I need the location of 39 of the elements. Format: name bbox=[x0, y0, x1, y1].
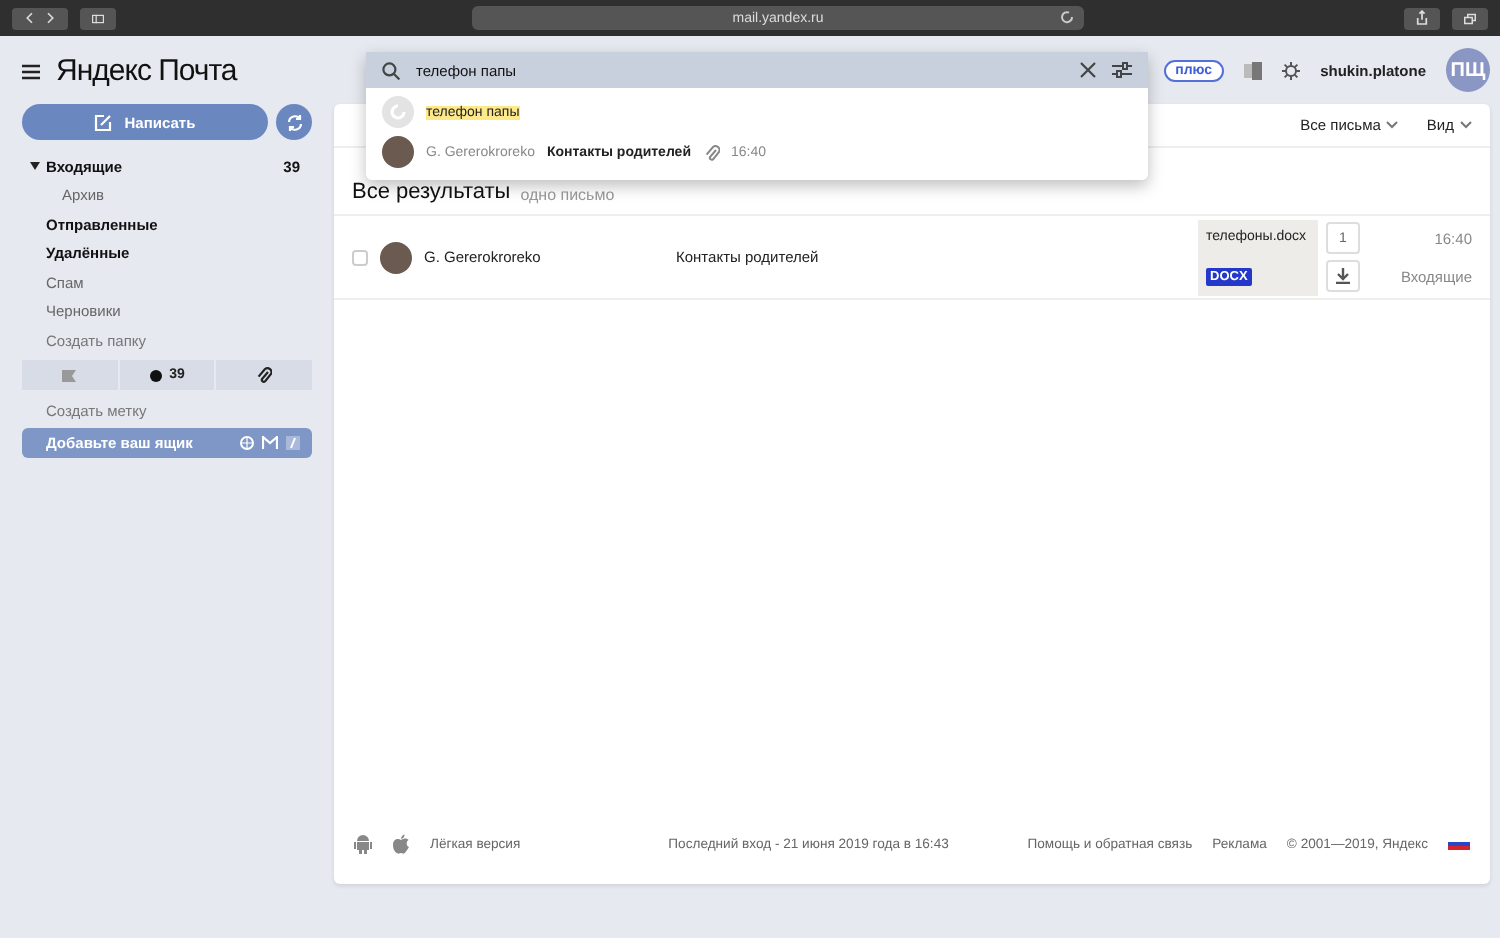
refresh-button[interactable] bbox=[276, 104, 312, 140]
pencil-icon bbox=[94, 113, 113, 131]
language-flag-icon[interactable] bbox=[1448, 837, 1470, 851]
flag-icon bbox=[62, 369, 77, 381]
close-icon bbox=[1080, 62, 1096, 78]
menu-icon bbox=[22, 63, 40, 79]
settings-icon bbox=[1282, 61, 1301, 79]
sidebar-toggle-button[interactable] bbox=[80, 7, 116, 29]
download-button[interactable] bbox=[1326, 260, 1360, 292]
message-checkbox[interactable] bbox=[352, 249, 368, 265]
filter-settings-icon bbox=[1112, 62, 1132, 78]
paperclip-icon bbox=[256, 366, 273, 384]
caret-icon bbox=[1386, 120, 1399, 130]
refresh-icon bbox=[285, 113, 303, 131]
globe-icon bbox=[240, 436, 254, 450]
search-icon bbox=[382, 61, 400, 79]
mail-logo[interactable]: Яндекс Почта bbox=[56, 53, 237, 87]
sidebar-icon bbox=[92, 11, 104, 25]
slash-icon bbox=[286, 436, 300, 450]
back-forward-icon bbox=[24, 10, 56, 26]
results-title: Все результаты bbox=[352, 180, 511, 204]
attachment-filter-button[interactable] bbox=[216, 360, 313, 390]
android-icon bbox=[354, 834, 372, 854]
sender-photo-placeholder bbox=[380, 241, 412, 273]
paperclip-icon bbox=[703, 143, 719, 161]
share-icon bbox=[1416, 10, 1428, 26]
tabs-icon bbox=[1464, 11, 1476, 25]
reload-icon bbox=[1060, 10, 1074, 24]
sender-photo-placeholder bbox=[382, 136, 414, 168]
tabs-button[interactable] bbox=[1452, 7, 1488, 29]
apple-icon bbox=[392, 834, 410, 854]
share-button[interactable] bbox=[1404, 7, 1440, 29]
theme-icon bbox=[1244, 61, 1263, 79]
history-icon bbox=[390, 104, 406, 120]
download-icon bbox=[1336, 268, 1350, 284]
caret-icon bbox=[1460, 120, 1472, 130]
back-forward-button[interactable] bbox=[12, 7, 68, 29]
results-count: одно письмо bbox=[520, 186, 615, 204]
dot-icon bbox=[149, 369, 162, 381]
